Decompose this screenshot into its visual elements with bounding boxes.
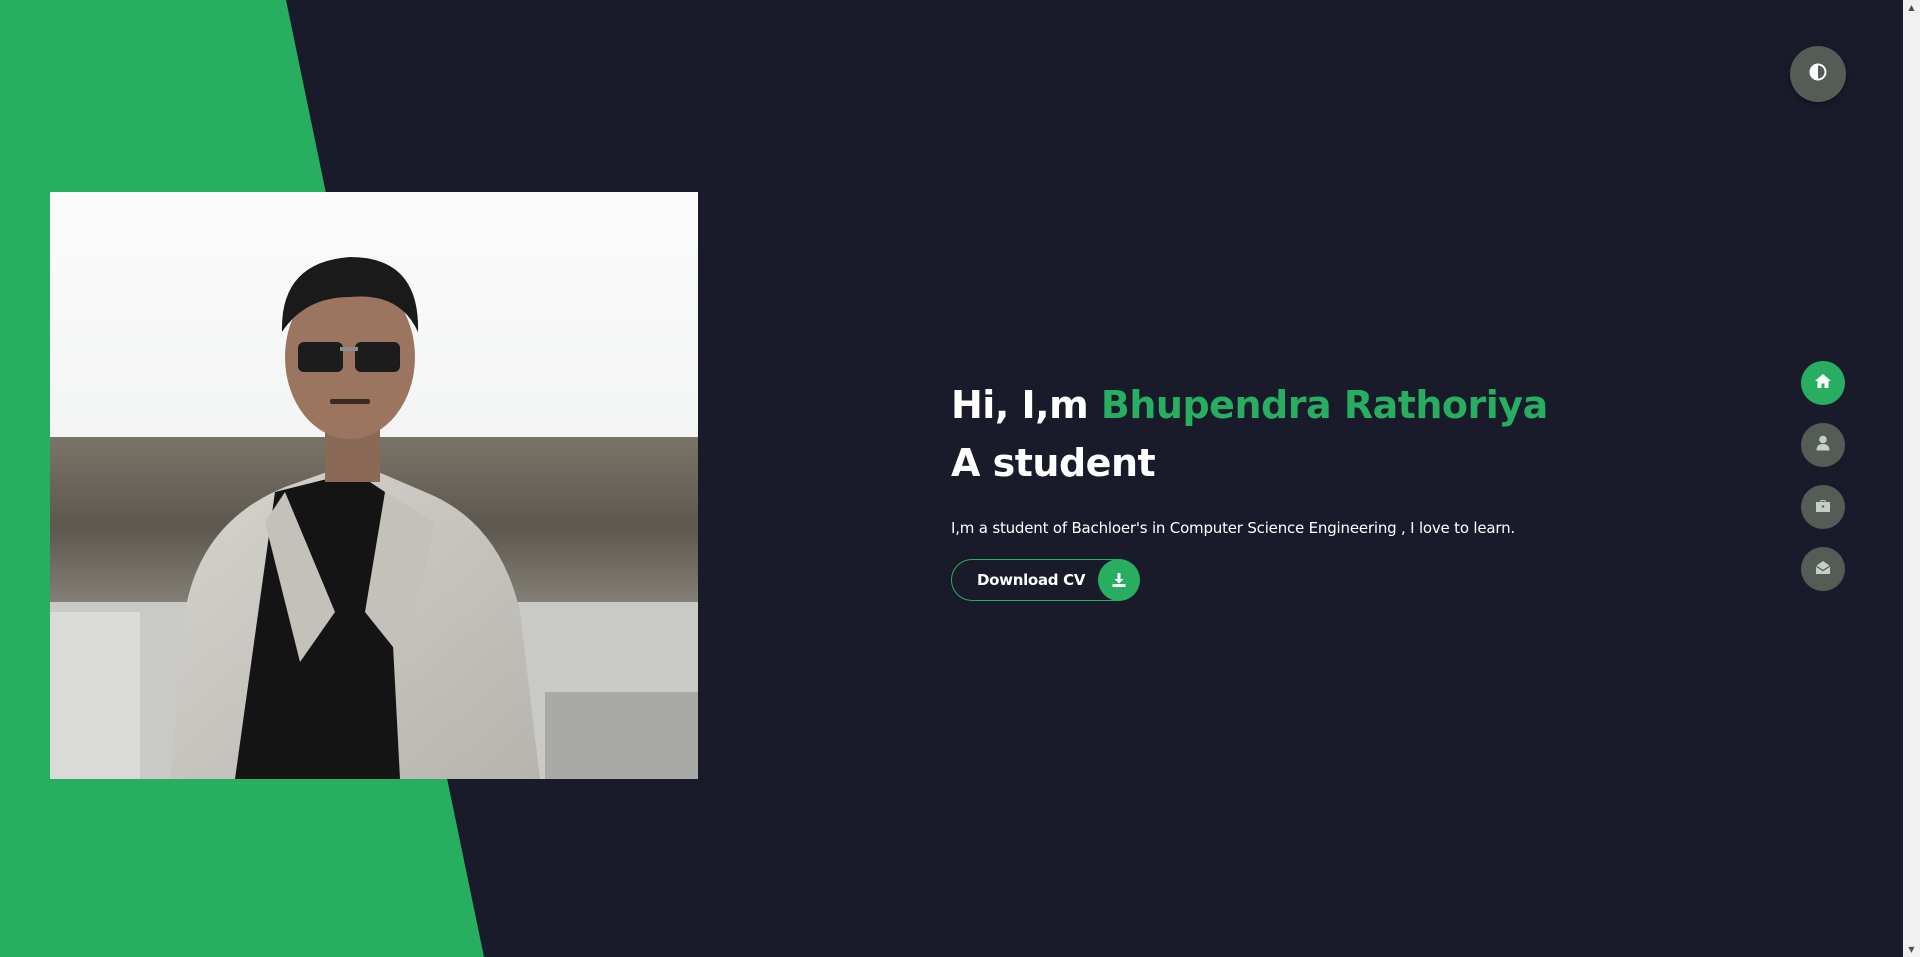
page-scrollbar[interactable]: ▲ ▼ xyxy=(1903,0,1920,957)
nav-about-button[interactable] xyxy=(1801,423,1845,467)
side-navigation xyxy=(1801,361,1845,591)
portrait-photo xyxy=(50,192,698,779)
hero-intro: Hi, I,m Bhupendra Rathoriya A student I,… xyxy=(951,376,1551,601)
scroll-track[interactable] xyxy=(1906,17,1917,940)
user-icon xyxy=(1816,435,1830,455)
nav-contact-button[interactable] xyxy=(1801,547,1845,591)
download-cv-label: Download CV xyxy=(977,571,1086,589)
theme-toggle-button[interactable] xyxy=(1790,46,1846,102)
scroll-up-arrow-icon[interactable]: ▲ xyxy=(1907,3,1916,12)
home-icon xyxy=(1814,373,1832,393)
hero-title-name: Bhupendra Rathoriya xyxy=(1100,383,1548,427)
hero-title-suffix: A student xyxy=(951,441,1156,485)
scroll-down-arrow-icon[interactable]: ▼ xyxy=(1907,945,1916,954)
hero-title-prefix: Hi, I,m xyxy=(951,383,1089,427)
hero-title: Hi, I,m Bhupendra Rathoriya A student xyxy=(951,376,1551,492)
briefcase-icon xyxy=(1815,498,1831,517)
contrast-icon xyxy=(1809,63,1827,85)
download-cv-button[interactable]: Download CV xyxy=(951,559,1140,601)
download-icon xyxy=(1098,559,1140,601)
nav-home-button[interactable] xyxy=(1801,361,1845,405)
nav-portfolio-button[interactable] xyxy=(1801,485,1845,529)
envelope-open-icon xyxy=(1815,560,1831,579)
home-page: Hi, I,m Bhupendra Rathoriya A student I,… xyxy=(0,0,1920,957)
hero-description: I,m a student of Bachloer's in Computer … xyxy=(951,519,1515,537)
